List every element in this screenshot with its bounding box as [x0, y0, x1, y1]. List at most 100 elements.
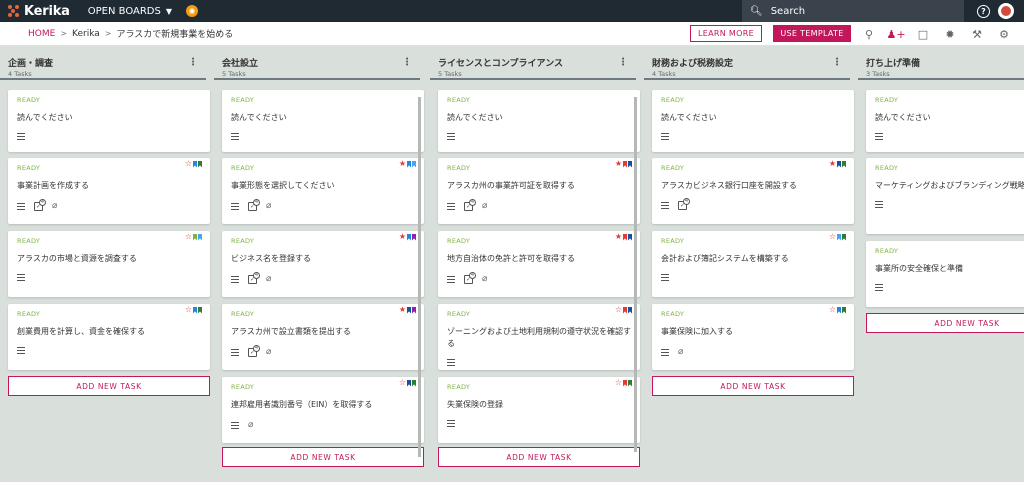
- star-outline-icon[interactable]: ☆: [185, 160, 192, 168]
- chat-icon[interactable]: □: [916, 27, 930, 41]
- task-card[interactable]: READY 読んでください: [8, 90, 210, 152]
- task-icons: [447, 359, 631, 366]
- breadcrumb-account[interactable]: Kerika: [72, 29, 100, 39]
- task-icons: ⌀: [231, 420, 415, 430]
- task-icons: ✓ 4: [661, 198, 845, 210]
- task-card[interactable]: ☆ READY 創業費用を計算し、資金を確保する: [8, 304, 210, 370]
- star-outline-icon[interactable]: ☆: [615, 379, 622, 387]
- checklist-icon: ✓ 4: [248, 198, 260, 211]
- task-card[interactable]: ☆ READY 事業計画を作成する ✓ 4 ⌀: [8, 158, 210, 224]
- star-filled-icon[interactable]: ★: [399, 160, 406, 168]
- task-card[interactable]: ★ READY 地方自治体の免許と許可を取得する ✓ 4 ⌀: [438, 231, 640, 297]
- task-card[interactable]: ☆ READY ゾーニングおよび土地利用規制の遵守状況を確認する: [438, 304, 640, 370]
- star-filled-icon[interactable]: ★: [615, 160, 622, 168]
- task-card[interactable]: READY マーケティングおよびブランディング戦略: [866, 158, 1024, 234]
- task-card[interactable]: ★ READY アラスカビジネス銀行口座を開設する ✓ 4: [652, 158, 854, 224]
- star-outline-icon[interactable]: ☆: [829, 306, 836, 314]
- task-card[interactable]: ★ READY 事業形態を選択してください ✓ 4 ⌀: [222, 158, 424, 224]
- task-markers: ★: [829, 160, 846, 168]
- task-status: READY: [17, 96, 41, 104]
- task-markers: ☆: [615, 306, 632, 314]
- add-new-task-button[interactable]: ADD NEW TASK: [866, 313, 1024, 333]
- task-card[interactable]: ★ READY アラスカ州の事業許可証を取得する ✓ 4 ⌀: [438, 158, 640, 224]
- column-title[interactable]: 会社設立: [222, 56, 258, 69]
- star-outline-icon[interactable]: ☆: [185, 306, 192, 314]
- star-filled-icon[interactable]: ★: [399, 306, 406, 314]
- add-person-icon[interactable]: ♟+: [886, 27, 905, 41]
- task-card[interactable]: READY 読んでください: [438, 90, 640, 152]
- attachment-icon[interactable]: ✹: [943, 27, 957, 41]
- task-card[interactable]: ★ READY ビジネス名を登録する ✓ 4 ⌀: [222, 231, 424, 297]
- lightbulb-icon[interactable]: ✺: [186, 5, 199, 17]
- column-title[interactable]: 打ち上げ準備: [866, 56, 920, 69]
- task-card[interactable]: READY 読んでください: [652, 90, 854, 152]
- search-input[interactable]: 🔍︎ Search: [742, 0, 964, 22]
- attachment-icon: ⌀: [248, 420, 254, 430]
- checklist-icon: ✓ 4: [678, 198, 690, 210]
- add-new-task-button[interactable]: ADD NEW TASK: [652, 376, 854, 396]
- open-boards-menu[interactable]: OPEN BOARDS ▼: [88, 6, 172, 17]
- add-new-task-button[interactable]: ADD NEW TASK: [8, 376, 210, 396]
- task-card[interactable]: READY 読んでください: [866, 90, 1024, 152]
- add-new-task-button[interactable]: ADD NEW TASK: [222, 447, 424, 467]
- column-title[interactable]: ライセンスとコンプライアンス: [438, 56, 563, 69]
- breadcrumb-home[interactable]: HOME: [28, 29, 55, 39]
- star-outline-icon[interactable]: ☆: [829, 233, 836, 241]
- description-icon: [447, 202, 455, 210]
- column-header: ライセンスとコンプライアンス 5 Tasks ⋮: [430, 56, 636, 80]
- task-status: READY: [231, 96, 255, 104]
- task-markers: ★: [615, 160, 632, 168]
- task-card[interactable]: ☆ READY 連邦雇用者識別番号（EIN）を取得する ⌀: [222, 377, 424, 443]
- task-card[interactable]: READY 読んでください: [222, 90, 424, 152]
- checklist-count: 4: [253, 271, 260, 279]
- description-icon: [17, 274, 25, 281]
- column-title[interactable]: 企画・調査: [8, 56, 53, 69]
- star-outline-icon[interactable]: ☆: [399, 379, 406, 387]
- column-title[interactable]: 財務および税務設定: [652, 56, 733, 69]
- checklist-count: 4: [469, 271, 476, 279]
- flag-icon: [407, 379, 411, 387]
- more-vertical-icon[interactable]: ⋮: [832, 58, 842, 68]
- use-template-button[interactable]: USE TEMPLATE: [773, 25, 851, 42]
- tools-icon[interactable]: ⚒: [970, 27, 984, 41]
- kerika-logo[interactable]: Kerika: [8, 4, 70, 19]
- more-vertical-icon[interactable]: ⋮: [188, 58, 198, 68]
- breadcrumb-board[interactable]: アラスカで新規事業を始める: [116, 27, 233, 40]
- attachment-icon: ⌀: [266, 201, 272, 211]
- column-title-block: 会社設立 5 Tasks: [222, 56, 258, 78]
- task-card[interactable]: ☆ READY 事業保険に加入する ⌀: [652, 304, 854, 370]
- help-icon[interactable]: ?: [977, 4, 990, 18]
- task-card[interactable]: ☆ READY 失業保険の登録: [438, 377, 640, 443]
- kerika-logo-icon: [8, 5, 20, 17]
- task-card[interactable]: READY 事業所の安全確保と準備: [866, 241, 1024, 307]
- learn-more-button[interactable]: LEARN MORE: [690, 25, 762, 42]
- task-icons: [447, 420, 631, 427]
- task-card[interactable]: ☆ READY アラスカの市場と資源を調査する: [8, 231, 210, 297]
- task-card[interactable]: ★ READY アラスカ州で設立書類を提出する ✓ 4 ⌀: [222, 304, 424, 370]
- more-vertical-icon[interactable]: ⋮: [402, 58, 412, 68]
- chevron-down-icon: ▼: [165, 6, 173, 16]
- description-icon: [231, 133, 239, 140]
- settings-icon[interactable]: ⚙: [997, 27, 1011, 41]
- avatar[interactable]: [998, 3, 1014, 19]
- flag-icon: [412, 233, 416, 241]
- star-filled-icon[interactable]: ★: [615, 233, 622, 241]
- flag-icon: [623, 160, 627, 168]
- task-title: アラスカビジネス銀行口座を開設する: [661, 181, 797, 190]
- task-card[interactable]: ☆ READY 会計および簿記システムを構築する: [652, 231, 854, 297]
- more-vertical-icon[interactable]: ⋮: [618, 58, 628, 68]
- column-scrollbar[interactable]: [418, 97, 421, 457]
- star-filled-icon[interactable]: ★: [399, 233, 406, 241]
- column-scrollbar[interactable]: [634, 97, 637, 452]
- star-outline-icon[interactable]: ☆: [185, 233, 192, 241]
- star-filled-icon[interactable]: ★: [829, 160, 836, 168]
- column-1: 企画・調査 4 Tasks ⋮ READY 読んでください ☆ READY 事業計画を作成する…: [0, 56, 210, 482]
- flag-icon: [842, 160, 846, 168]
- add-new-task-button[interactable]: ADD NEW TASK: [438, 447, 640, 467]
- task-icons: ✓ 4 ⌀: [231, 344, 415, 357]
- star-outline-icon[interactable]: ☆: [615, 306, 622, 314]
- flag-icon: [198, 160, 202, 168]
- column-3: ライセンスとコンプライアンス 5 Tasks ⋮ READY 読んでください ★ READY…: [430, 56, 640, 482]
- search-icon[interactable]: ⚲: [862, 27, 876, 41]
- flag-icon: [842, 306, 846, 314]
